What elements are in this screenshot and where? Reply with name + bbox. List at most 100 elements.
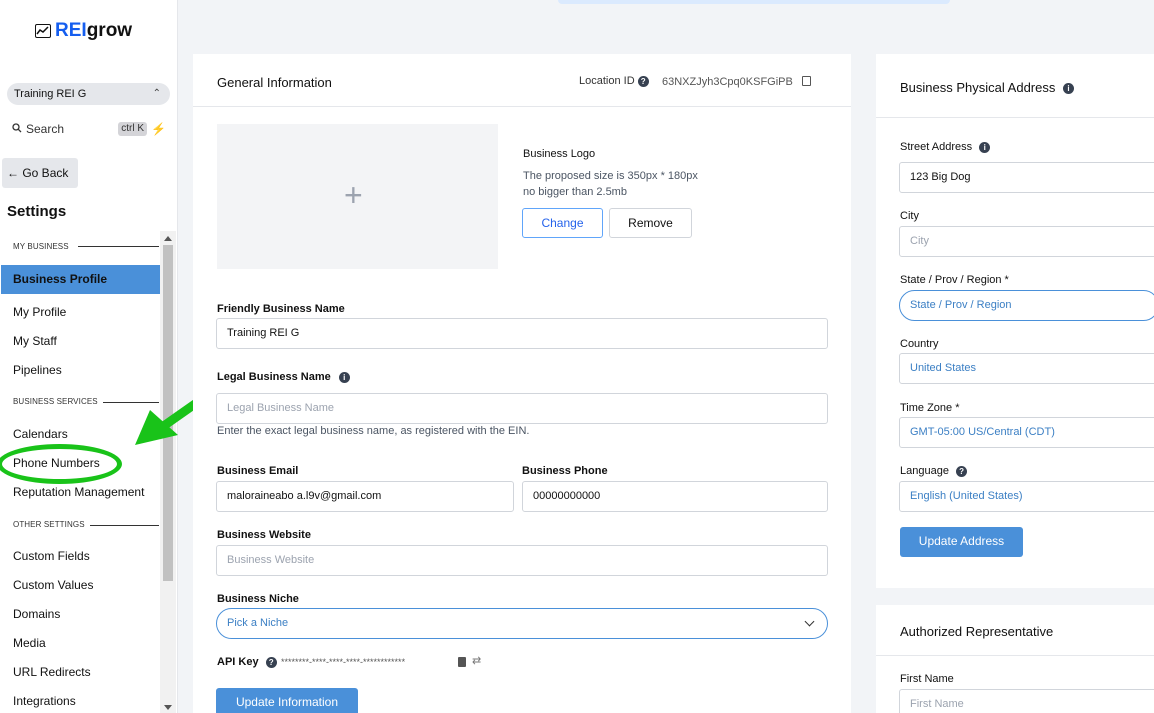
account-name: Training REI G bbox=[14, 88, 87, 100]
section-other-settings: OTHER SETTINGS bbox=[13, 520, 85, 529]
logo-upload-area[interactable]: + bbox=[217, 124, 498, 269]
section-divider bbox=[90, 525, 159, 526]
sidebar-item-url-redirects[interactable]: URL Redirects bbox=[13, 665, 91, 679]
legal-name-hint: Enter the exact legal business name, as … bbox=[217, 425, 530, 437]
logo-hint-size: The proposed size is 350px * 180px bbox=[523, 170, 698, 182]
address-title: Business Physical Address i bbox=[900, 80, 1074, 95]
brand-part-rei: REI bbox=[55, 20, 87, 41]
logo-title: Business Logo bbox=[523, 148, 596, 160]
phone-input[interactable]: 00000000000 bbox=[522, 481, 828, 512]
street-label: Street Address i bbox=[900, 141, 991, 153]
sidebar-item-reputation[interactable]: Reputation Management bbox=[13, 485, 144, 499]
help-icon[interactable]: ? bbox=[637, 75, 649, 87]
go-back-button[interactable]: ← Go Back bbox=[2, 158, 78, 188]
card-divider bbox=[876, 117, 1154, 118]
niche-select[interactable]: Pick a Niche bbox=[216, 608, 828, 639]
scroll-up-icon[interactable] bbox=[164, 236, 172, 241]
sidebar-item-integrations[interactable]: Integrations bbox=[13, 694, 76, 708]
update-address-button[interactable]: Update Address bbox=[900, 527, 1023, 557]
search-bar[interactable]: Search ctrl K ⚡ bbox=[7, 118, 170, 140]
api-key-label: API Key ? bbox=[217, 656, 277, 668]
friendly-name-input[interactable]: Training REI G bbox=[216, 318, 828, 349]
legal-name-input[interactable]: Legal Business Name bbox=[216, 393, 828, 424]
remove-logo-button[interactable]: Remove bbox=[609, 208, 692, 238]
sidebar-item-custom-fields[interactable]: Custom Fields bbox=[13, 549, 90, 563]
section-my-business: MY BUSINESS bbox=[13, 242, 69, 251]
sidebar-item-custom-values[interactable]: Custom Values bbox=[13, 578, 93, 592]
copy-icon[interactable] bbox=[802, 76, 811, 86]
legal-name-label: Legal Business Name i bbox=[217, 371, 350, 383]
friendly-name-label: Friendly Business Name bbox=[217, 303, 345, 315]
search-shortcut: ctrl K bbox=[118, 122, 148, 136]
arrow-left-icon: ← bbox=[7, 166, 19, 180]
language-select[interactable]: English (United States) bbox=[899, 481, 1154, 512]
info-icon[interactable]: i bbox=[338, 371, 350, 383]
location-id-text: Location ID bbox=[579, 75, 635, 87]
street-label-text: Street Address bbox=[900, 141, 973, 153]
timezone-select[interactable]: GMT-05:00 US/Central (CDT) bbox=[899, 417, 1154, 448]
niche-label: Business Niche bbox=[217, 593, 299, 605]
sidebar-item-domains[interactable]: Domains bbox=[13, 607, 60, 621]
website-input[interactable]: Business Website bbox=[216, 545, 828, 576]
state-label: State / Prov / Region * bbox=[900, 274, 1009, 286]
timezone-label: Time Zone * bbox=[900, 402, 960, 414]
email-input[interactable]: maloraineabo a.l9v@gmail.com bbox=[216, 481, 514, 512]
sidebar-scrollbar[interactable] bbox=[160, 231, 176, 713]
annotation-circle bbox=[0, 444, 122, 484]
info-icon[interactable]: i bbox=[979, 141, 991, 153]
location-id-value: 63NXZJyh3Cpq0KSFGiPB bbox=[662, 76, 793, 88]
plus-icon: + bbox=[344, 177, 363, 213]
language-label: Language ? bbox=[900, 465, 968, 477]
card-divider bbox=[876, 655, 1154, 656]
help-icon[interactable]: ? bbox=[265, 656, 277, 668]
language-label-text: Language bbox=[900, 465, 949, 477]
email-label: Business Email bbox=[217, 465, 299, 477]
top-banner bbox=[558, 0, 950, 4]
clipboard-icon[interactable] bbox=[458, 657, 466, 667]
first-name-input[interactable]: First Name bbox=[899, 689, 1154, 713]
update-information-button[interactable]: Update Information bbox=[216, 688, 358, 713]
go-back-label: Go Back bbox=[22, 166, 69, 180]
updown-chevron-icon: ⌃ bbox=[152, 88, 161, 99]
legal-name-text: Legal Business Name bbox=[217, 371, 331, 383]
sidebar-item-my-staff[interactable]: My Staff bbox=[13, 334, 57, 348]
api-key-text: API Key bbox=[217, 656, 259, 668]
help-icon[interactable]: ? bbox=[956, 465, 968, 477]
city-input[interactable]: City bbox=[899, 226, 1154, 257]
brand-logo[interactable]: REI grow bbox=[35, 20, 132, 42]
phone-label: Business Phone bbox=[522, 465, 608, 477]
api-key-value: ********-****-****-****-************ bbox=[281, 657, 406, 667]
card-divider bbox=[193, 106, 851, 107]
first-name-label: First Name bbox=[900, 673, 954, 685]
country-select[interactable]: United States bbox=[899, 353, 1154, 384]
change-logo-button[interactable]: Change bbox=[522, 208, 603, 238]
sidebar-item-pipelines[interactable]: Pipelines bbox=[13, 363, 62, 377]
sidebar-item-media[interactable]: Media bbox=[13, 636, 46, 650]
website-label: Business Website bbox=[217, 529, 311, 541]
section-divider bbox=[78, 246, 159, 247]
logo-hint-limit: no bigger than 2.5mb bbox=[523, 186, 627, 198]
sidebar: REI grow Training REI G ⌃ Search ctrl K ⚡… bbox=[0, 0, 178, 713]
sidebar-item-label: Business Profile bbox=[13, 272, 108, 286]
search-label: Search bbox=[26, 122, 65, 136]
country-label: Country bbox=[900, 338, 939, 350]
scroll-down-icon[interactable] bbox=[164, 705, 172, 710]
account-switcher[interactable]: Training REI G ⌃ bbox=[7, 83, 170, 105]
state-select[interactable]: State / Prov / Region bbox=[899, 290, 1154, 321]
auth-title: Authorized Representative bbox=[900, 624, 1054, 639]
settings-title: Settings bbox=[7, 203, 67, 220]
refresh-icon[interactable]: ⇄ bbox=[472, 654, 481, 667]
general-title: General Information bbox=[217, 75, 332, 90]
search-icon bbox=[12, 118, 22, 140]
sidebar-item-my-profile[interactable]: My Profile bbox=[13, 305, 66, 319]
sidebar-item-calendars[interactable]: Calendars bbox=[13, 427, 68, 441]
brand-part-grow: grow bbox=[86, 20, 133, 41]
street-input[interactable]: 123 Big Dog bbox=[899, 162, 1154, 193]
info-icon[interactable]: i bbox=[1062, 83, 1074, 95]
section-business-services: BUSINESS SERVICES bbox=[13, 397, 98, 406]
city-label: City bbox=[900, 210, 919, 222]
chevron-down-icon bbox=[804, 616, 815, 627]
location-id-label: Location ID ? bbox=[579, 75, 649, 87]
address-title-text: Business Physical Address bbox=[900, 80, 1056, 95]
lightning-icon[interactable]: ⚡ bbox=[151, 118, 166, 140]
